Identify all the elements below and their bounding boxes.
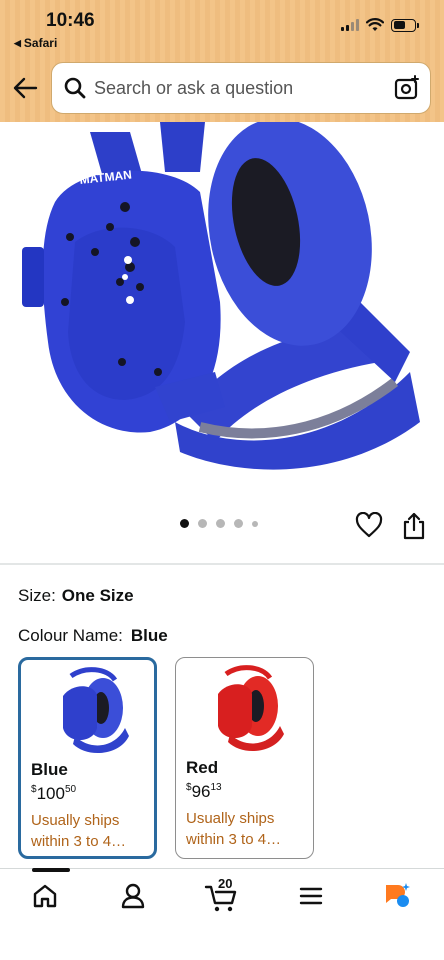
variant-shipping: Usually ships within 3 to 4… xyxy=(31,812,127,850)
size-value: One Size xyxy=(61,586,134,605)
headgear-image: MATMAN xyxy=(22,122,420,470)
variant-swatch-blue[interactable]: Blue $10050 Usually ships within 3 to 4… xyxy=(18,657,157,859)
colour-row: Colour Name: Blue xyxy=(18,626,168,646)
carousel-dot[interactable] xyxy=(198,519,207,528)
variant-name: Blue xyxy=(31,760,68,779)
carousel-dots[interactable] xyxy=(180,519,258,528)
variant-price: $9613 xyxy=(186,782,222,801)
camera-search-icon[interactable] xyxy=(394,75,420,101)
variant-price: $10050 xyxy=(31,784,77,803)
menu-icon[interactable] xyxy=(296,881,326,911)
carousel-dot[interactable] xyxy=(234,519,243,528)
search-input[interactable] xyxy=(94,77,394,99)
share-icon[interactable] xyxy=(401,512,427,540)
back-app-label: Safari xyxy=(23,36,58,50)
home-icon[interactable] xyxy=(30,881,60,911)
section-divider xyxy=(0,563,444,565)
colour-value: Blue xyxy=(130,626,168,645)
account-icon[interactable] xyxy=(118,881,148,911)
cart-count-badge: 20 xyxy=(218,876,233,891)
heart-icon[interactable] xyxy=(355,512,383,538)
status-time: 10:46 xyxy=(46,10,95,31)
product-image[interactable]: MATMAN xyxy=(0,122,444,507)
carousel-dot[interactable] xyxy=(216,519,225,528)
colour-label: Colour Name: xyxy=(18,626,123,645)
search-bar[interactable] xyxy=(51,62,431,114)
back-triangle-icon: ◀ xyxy=(14,37,21,48)
back-to-safari[interactable]: ◀ Safari xyxy=(14,36,57,50)
cellular-signal-icon xyxy=(341,19,359,31)
carousel-dot[interactable] xyxy=(252,520,258,527)
variant-shipping: Usually ships within 3 to 4… xyxy=(186,810,282,848)
size-row: Size: One Size xyxy=(18,586,134,606)
back-arrow-icon[interactable] xyxy=(12,74,40,102)
active-tab-indicator xyxy=(32,868,70,872)
variant-thumbnail xyxy=(63,667,129,754)
battery-icon xyxy=(391,18,419,32)
rufus-icon[interactable] xyxy=(382,881,412,911)
variant-swatch-red[interactable]: Red $9613 Usually ships within 3 to 4… xyxy=(175,657,314,859)
search-icon xyxy=(64,77,86,99)
variant-name: Red xyxy=(186,758,219,777)
status-icons xyxy=(341,18,419,32)
wifi-icon xyxy=(366,18,384,31)
variant-thumbnail xyxy=(218,665,284,752)
carousel-dot[interactable] xyxy=(180,519,189,528)
size-label: Size: xyxy=(18,586,56,605)
